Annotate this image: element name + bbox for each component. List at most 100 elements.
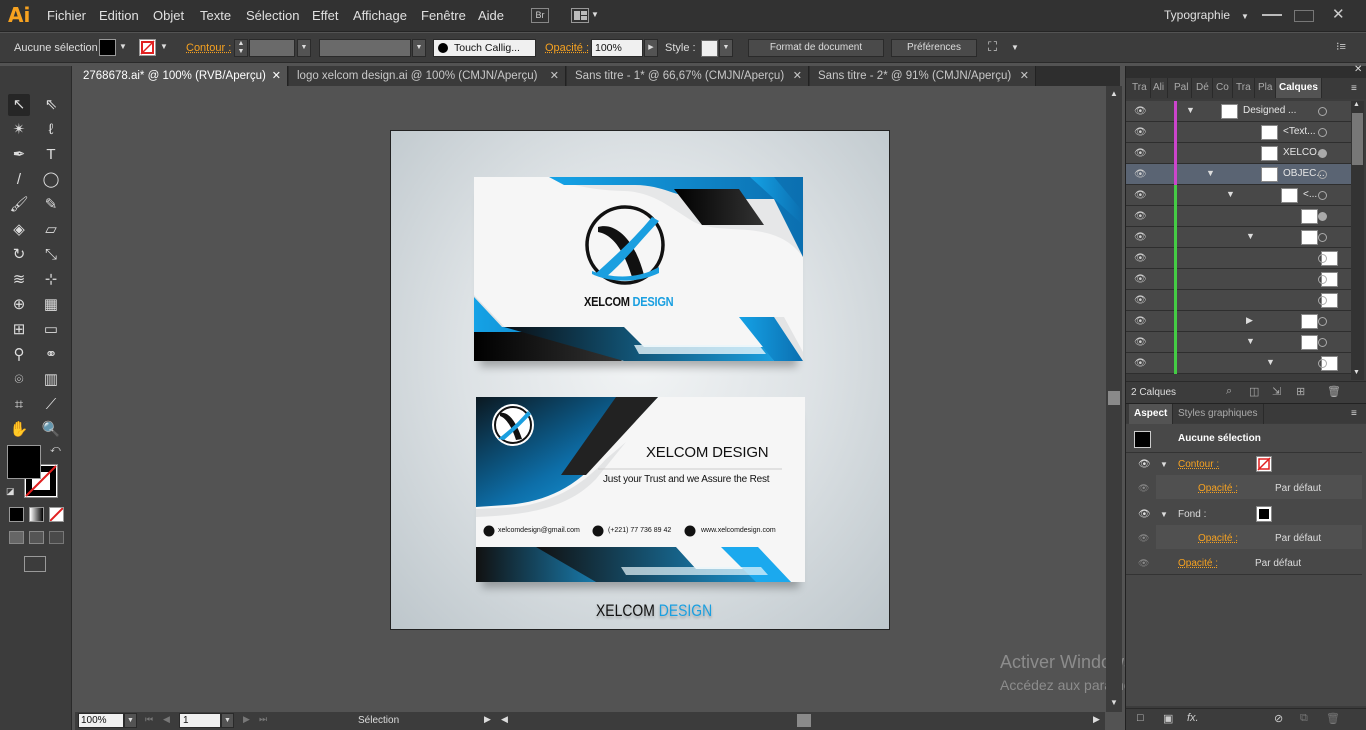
menu-effet[interactable]: Effet <box>312 8 339 23</box>
eraser-tool-icon[interactable]: ▱ <box>40 219 62 241</box>
none-mode-icon[interactable] <box>49 507 64 522</box>
zoom-chevron-icon[interactable]: ▼ <box>124 713 137 728</box>
layers-scroll-up-icon[interactable]: ▲ <box>1353 101 1360 108</box>
aspect-menu-icon[interactable]: ≡ <box>1351 408 1357 419</box>
visibility-eye-icon[interactable]: 👁 <box>1134 253 1147 264</box>
menu-fenetre[interactable]: Fenêtre <box>421 8 466 23</box>
scroll-left-icon[interactable]: ◀ <box>501 714 508 725</box>
stroke-chevron-icon[interactable]: ▼ <box>160 42 168 51</box>
last-artboard-icon[interactable]: ⏭ <box>259 714 267 725</box>
close-tab-icon[interactable]: ✕ <box>550 66 559 86</box>
scroll-down-icon[interactable]: ▼ <box>1110 698 1118 707</box>
layer-row[interactable]: 👁 ▼ <box>1126 227 1351 248</box>
target-circle-icon[interactable] <box>1318 149 1327 158</box>
document-format-button[interactable]: Format de document <box>748 39 884 57</box>
target-circle-icon[interactable] <box>1318 359 1327 368</box>
brush-dropdown[interactable]: Touch Callig... <box>433 39 536 57</box>
gradient-tool-icon[interactable]: ▭ <box>40 319 62 341</box>
arrange-documents-icon[interactable] <box>571 8 589 23</box>
graphic-style-swatch[interactable] <box>701 40 718 57</box>
new-sublayer-icon[interactable]: ⇲ <box>1272 385 1281 398</box>
minimize-button[interactable] <box>1262 8 1282 16</box>
tab-transparence[interactable]: Tra <box>1129 78 1151 98</box>
aspect-opacity2-label[interactable]: Opacité : <box>1198 533 1238 544</box>
layers-scroll-thumb[interactable] <box>1352 113 1363 165</box>
contour-expand-icon[interactable]: ▼ <box>1160 460 1168 469</box>
visibility-eye-icon[interactable]: 👁 <box>1134 232 1147 243</box>
target-circle-icon[interactable] <box>1318 275 1327 284</box>
selection-tool-icon[interactable]: ↖ <box>8 94 30 116</box>
tab-calques[interactable]: Calques <box>1276 78 1322 98</box>
close-tab-icon[interactable]: ✕ <box>1020 66 1029 86</box>
artboard-number-input[interactable]: 1 <box>179 713 221 728</box>
menu-edition[interactable]: Edition <box>99 8 139 23</box>
layer-row[interactable]: 👁 ▼ OBJEC... <box>1126 164 1351 185</box>
target-circle-icon[interactable] <box>1318 296 1327 305</box>
opacity3-eye-icon[interactable]: 👁 <box>1138 558 1149 569</box>
tab-degrade[interactable]: Dé <box>1193 78 1213 98</box>
tab-styles-graphiques[interactable]: Styles graphiques <box>1173 404 1264 424</box>
layer-row[interactable]: 👁 <Text... <box>1126 122 1351 143</box>
aspect-opacity3-label[interactable]: Opacité : <box>1178 558 1218 569</box>
bridge-button[interactable]: Br <box>531 8 549 23</box>
tab-contour[interactable]: Co <box>1213 78 1233 98</box>
draw-inside-icon[interactable] <box>49 531 64 544</box>
layer-row[interactable]: 👁 <box>1126 206 1351 227</box>
warp-tool-icon[interactable]: ≋ <box>8 269 30 291</box>
tab-aligner[interactable]: Ali <box>1150 78 1169 98</box>
control-bar-menu-icon[interactable]: ⁝≡ <box>1336 40 1346 53</box>
prev-artboard-icon[interactable]: ◀ <box>163 714 170 725</box>
layer-row[interactable]: 👁 ▶ <box>1126 311 1351 332</box>
visibility-eye-icon[interactable]: 👁 <box>1134 337 1147 348</box>
horizontal-scroll-thumb[interactable] <box>797 714 811 727</box>
swap-colors-icon[interactable]: ⤺ <box>50 444 61 455</box>
collapse-layer-icon[interactable]: ▼ <box>1186 105 1195 115</box>
opacity-chevron-icon[interactable]: ▶ <box>644 39 658 57</box>
target-circle-icon[interactable] <box>1318 233 1327 242</box>
pencil-tool-icon[interactable]: ✎ <box>40 194 62 216</box>
visibility-eye-icon[interactable]: 👁 <box>1134 148 1147 159</box>
lasso-tool-icon[interactable]: ℓ <box>40 119 62 141</box>
target-circle-icon[interactable] <box>1318 317 1327 326</box>
zoom-input[interactable]: 100% <box>78 713 124 728</box>
add-stroke-icon[interactable]: □ <box>1137 712 1144 724</box>
duplicate-item-icon[interactable]: ⧉ <box>1300 712 1308 725</box>
blob-brush-tool-icon[interactable]: ◈ <box>8 219 30 241</box>
tab-palette[interactable]: Pal <box>1171 78 1193 98</box>
visibility-eye-icon[interactable]: 👁 <box>1134 274 1147 285</box>
tab-sans-titre-1[interactable]: Sans titre - 1* @ 66,67% (CMJN/Aperçu) ✕ <box>567 66 809 86</box>
target-circle-icon[interactable] <box>1318 338 1327 347</box>
visibility-eye-icon[interactable]: 👁 <box>1134 211 1147 222</box>
target-circle-icon[interactable] <box>1318 254 1327 263</box>
screen-mode-icon[interactable] <box>24 556 46 572</box>
first-artboard-icon[interactable]: ⏮ <box>145 714 153 725</box>
direct-selection-tool-icon[interactable]: ⇖ <box>40 94 62 116</box>
rotate-tool-icon[interactable]: ↻ <box>8 244 30 266</box>
target-circle-icon[interactable] <box>1318 128 1327 137</box>
visibility-eye-icon[interactable]: 👁 <box>1134 106 1147 117</box>
tab-2768678[interactable]: 2768678.ai* @ 100% (RVB/Aperçu) ✕ <box>75 66 288 86</box>
menu-objet[interactable]: Objet <box>153 8 184 23</box>
collapse-layer-icon[interactable]: ▼ <box>1266 357 1275 367</box>
tab-aspect[interactable]: Aspect <box>1129 404 1174 424</box>
perspective-grid-tool-icon[interactable]: ▦ <box>40 294 62 316</box>
panel-close-icon[interactable]: ✕ <box>1354 64 1362 75</box>
visibility-eye-icon[interactable]: 👁 <box>1134 316 1147 327</box>
opacity-input[interactable]: 100% <box>591 39 643 57</box>
workspace-chevron-icon[interactable]: ▼ <box>1241 12 1249 21</box>
aspect-fond-swatch[interactable] <box>1256 506 1272 522</box>
scroll-up-icon[interactable]: ▲ <box>1110 89 1118 98</box>
type-tool-icon[interactable]: T <box>40 144 62 166</box>
opacity2-eye-icon[interactable]: 👁 <box>1138 533 1149 544</box>
tab-plan[interactable]: Pla <box>1255 78 1277 98</box>
menu-aide[interactable]: Aide <box>478 8 504 23</box>
tab-logo-xelcom[interactable]: logo xelcom design.ai @ 100% (CMJN/Aperç… <box>289 66 566 86</box>
vertical-scroll-thumb[interactable] <box>1108 391 1120 405</box>
aspect-opacity1-label[interactable]: Opacité : <box>1198 483 1238 494</box>
target-circle-icon[interactable] <box>1318 107 1327 116</box>
collapse-layer-icon[interactable]: ▼ <box>1206 168 1215 178</box>
target-circle-icon[interactable] <box>1318 170 1327 179</box>
aspect-contour-swatch[interactable] <box>1256 456 1272 472</box>
expand-layer-icon[interactable]: ▶ <box>1246 315 1253 326</box>
clipping-mask-icon[interactable]: ◫ <box>1249 385 1259 398</box>
